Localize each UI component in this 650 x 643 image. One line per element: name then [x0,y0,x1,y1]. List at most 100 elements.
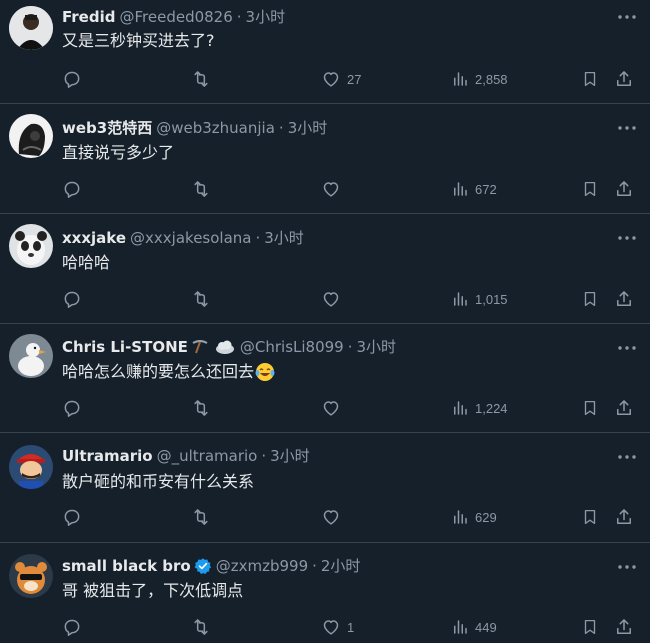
more-options-icon[interactable] [616,120,638,136]
display-name[interactable]: Fredid [62,6,115,28]
reply-item[interactable]: xxxjake @xxxjakesolana · 3小时 哈哈哈 1,015 [0,214,650,324]
views-button[interactable]: 2,858 [451,64,508,94]
share-icon [617,619,631,634]
reply-item[interactable]: web3范特西 @web3zhuanjia · 3小时 直接说亏多少了 672 [0,104,650,214]
timestamp[interactable]: 3小时 [246,6,286,28]
action-bar: 629 [0,502,650,532]
share-button[interactable] [614,284,634,314]
views-button[interactable]: 629 [451,502,497,532]
more-options-icon[interactable] [616,230,638,246]
user-handle[interactable]: @_ultramario [157,445,258,467]
bookmark-button[interactable] [581,502,599,532]
avatar[interactable] [9,554,53,598]
like-button[interactable] [321,174,347,204]
timestamp[interactable]: 3小时 [288,117,328,139]
timestamp[interactable]: 3小时 [270,445,310,467]
reply-button[interactable] [62,64,82,94]
views-button[interactable]: 1,224 [451,393,508,423]
avatar[interactable] [9,445,53,489]
share-icon [617,509,631,524]
bookmark-button[interactable] [581,64,599,94]
user-handle[interactable]: @ChrisLi8099 [240,336,344,358]
bookmark-button[interactable] [581,174,599,204]
retweet-icon [194,291,208,307]
like-button[interactable]: 27 [321,64,361,94]
share-button[interactable] [614,612,634,642]
avatar[interactable] [9,224,53,268]
views-chart-icon [454,401,467,415]
display-name[interactable]: Chris Li-STONE [62,336,188,358]
action-bar: 1 449 [0,612,650,642]
user-handle[interactable]: @Freeded0826 [119,6,232,28]
comment-icon [64,619,80,636]
views-button[interactable]: 1,015 [451,284,508,314]
user-handle[interactable]: @zxmzb999 [216,555,308,577]
more-options-icon[interactable] [616,559,638,575]
retweet-button[interactable] [190,393,212,423]
retweet-button[interactable] [190,174,212,204]
share-button[interactable] [614,174,634,204]
reply-item[interactable]: small black bro @zxmzb999 · 2小时 哥 被狙击了，下… [0,543,650,643]
timestamp[interactable]: 3小时 [357,336,397,358]
reply-text: 哥 被狙击了，下次低调点 [62,581,244,600]
action-bar: 1,224 [0,393,650,423]
retweet-button[interactable] [190,64,212,94]
reply-item[interactable]: Fredid @Freeded0826 · 3小时 又是三秒钟买进去了? 27 … [0,0,650,104]
share-icon [617,71,631,86]
avatar[interactable] [9,6,53,50]
pickaxe-icon [190,339,210,355]
avatar[interactable] [9,114,53,158]
reply-item[interactable]: Ultramario @_ultramario · 3小时 散户砸的和币安有什么… [0,433,650,543]
heart-icon [323,510,339,525]
reply-button[interactable] [62,502,82,532]
views-chart-icon [454,72,467,86]
like-button[interactable] [321,284,347,314]
reply-button[interactable] [62,393,82,423]
avatar[interactable] [9,334,53,378]
retweet-icon [194,509,208,525]
laughing-tears-emoji-icon [255,362,275,382]
bookmark-button[interactable] [581,284,599,314]
display-name[interactable]: xxxjake [62,227,126,249]
reply-button[interactable] [62,284,82,314]
retweet-button[interactable] [190,502,212,532]
comment-icon [64,509,80,526]
retweet-icon [194,181,208,197]
view-count: 1,224 [475,400,508,416]
separator-dot: · [278,119,284,137]
timestamp[interactable]: 2小时 [321,555,361,577]
share-button[interactable] [614,393,634,423]
reply-button[interactable] [62,612,82,642]
views-button[interactable]: 672 [451,174,497,204]
views-chart-icon [454,182,467,196]
heart-icon [323,182,339,197]
bookmark-icon [584,400,596,416]
like-button[interactable] [321,393,347,423]
reply-item[interactable]: Chris Li-STONE @ChrisLi8099 · 3小时 哈哈怎么赚的… [0,324,650,433]
display-name[interactable]: small black bro [62,555,191,577]
bookmark-button[interactable] [581,393,599,423]
reply-header: Ultramario @_ultramario · 3小时 [62,445,610,467]
display-name[interactable]: web3范特西 [62,117,152,139]
more-options-icon[interactable] [616,340,638,356]
views-button[interactable]: 449 [451,612,497,642]
more-options-icon[interactable] [616,449,638,465]
bookmark-button[interactable] [581,612,599,642]
reply-button[interactable] [62,174,82,204]
view-count: 2,858 [475,71,508,87]
retweet-icon [194,619,208,635]
like-button[interactable] [321,502,347,532]
like-button[interactable]: 1 [321,612,354,642]
display-name[interactable]: Ultramario [62,445,153,467]
verified-badge-icon [194,557,212,575]
more-options-icon[interactable] [616,9,638,25]
share-button[interactable] [614,64,634,94]
retweet-button[interactable] [190,284,212,314]
user-handle[interactable]: @xxxjakesolana [130,227,251,249]
retweet-button[interactable] [190,612,212,642]
share-button[interactable] [614,502,634,532]
view-count: 449 [475,619,497,635]
comment-icon [64,400,80,417]
timestamp[interactable]: 3小时 [264,227,304,249]
user-handle[interactable]: @web3zhuanjia [156,117,275,139]
